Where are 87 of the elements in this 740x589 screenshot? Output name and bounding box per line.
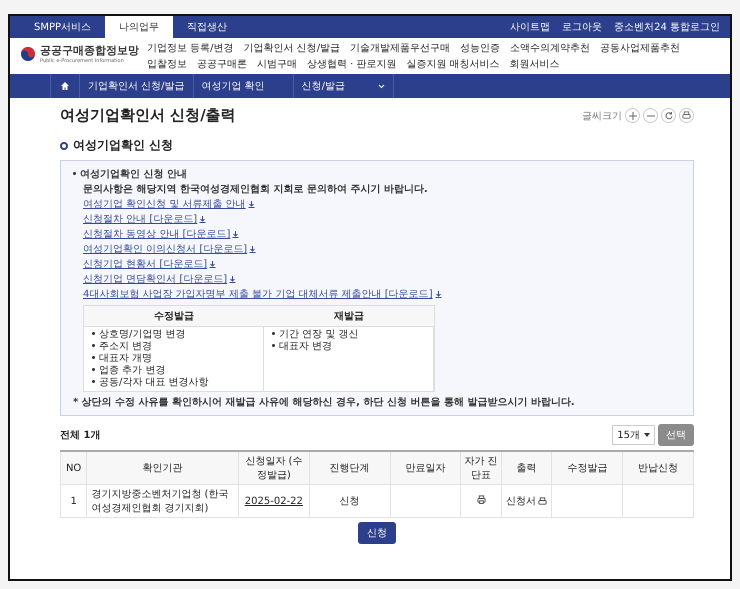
column-header: NO (60, 451, 87, 484)
nav-item[interactable]: 실증지원 매칭서비스 (406, 57, 500, 71)
top-link[interactable]: 사이트맵 (510, 20, 550, 34)
font-size-label: 글씨크기 (582, 110, 622, 122)
guide-notice: 문의사항은 해당지역 한국여성경제인협회 지회로 문의하여 주시기 바랍니다. (82, 183, 429, 196)
reason-item: 대표자 개명 (92, 353, 255, 365)
top-tab[interactable]: 나의업무 (105, 16, 174, 38)
top-tab[interactable]: SMPP서비스 (20, 16, 106, 38)
bullet-icon (272, 344, 275, 347)
nav-item[interactable]: 회원서비스 (510, 57, 560, 71)
page-title: 여성기업확인서 신청/출력 (60, 106, 236, 125)
reason-item: 상호명/기업명 변경 (92, 329, 255, 341)
printer-icon (538, 496, 548, 506)
breadcrumb-item[interactable]: 여성기업 확인 (194, 74, 294, 98)
download-link[interactable]: 신청기업 현황서 [다운로드] (73, 257, 681, 271)
nav-item[interactable]: 상생협력 · 판로지원 (307, 57, 397, 71)
download-icon (232, 230, 240, 238)
plus-icon (628, 112, 636, 120)
reason-item: 공동/각자 대표 변경사항 (92, 377, 255, 389)
bullet-icon (73, 172, 76, 175)
table-cell: 신청 (340, 496, 360, 507)
download-icon (249, 246, 256, 252)
home-icon[interactable] (60, 81, 70, 91)
top-link[interactable]: 중소벤처24 통합로그인 (614, 20, 720, 34)
download-icon (229, 276, 236, 282)
reason-item: 대표자 변경 (272, 341, 425, 353)
printer-icon[interactable] (476, 495, 486, 504)
download-link[interactable]: 여성기업확인 이의신청서 [다운로드] (73, 242, 681, 256)
reason-item: 주소지 변경 (92, 341, 255, 353)
column-header: 자가 진단표 (460, 451, 502, 484)
download-icon (434, 290, 442, 298)
table-header: 수정발급 (84, 306, 264, 327)
download-icon (199, 216, 206, 222)
zoom-in-button[interactable] (625, 108, 640, 123)
download-link[interactable]: 신청기업 면담확인서 [다운로드] (73, 272, 681, 286)
zoom-out-button[interactable] (643, 108, 658, 123)
download-link[interactable]: 여성기업 확인신청 및 서류제출 안내 (73, 197, 681, 211)
reset-button[interactable] (661, 108, 676, 123)
column-header: 확인기관 (86, 451, 238, 484)
column-header: 수정발급 (552, 451, 623, 484)
total-count: 전체 1개 (60, 429, 100, 442)
bullet-icon (92, 332, 95, 335)
nav-item[interactable]: 성능인증 (460, 41, 500, 55)
bullet-icon (272, 332, 275, 335)
reason-item: 기간 연장 및 갱신 (272, 329, 425, 341)
print-button[interactable] (679, 108, 694, 123)
caret-icon (378, 84, 385, 88)
top-link[interactable]: 로그아웃 (562, 20, 602, 34)
column-header: 신청일자 (수정발급) (238, 451, 310, 484)
guide-heading: 여성기업확인 신청 안내 (73, 167, 681, 181)
nav-item[interactable]: 기술개발제품우선구매 (350, 41, 450, 55)
nav-item[interactable]: 소액수의계약추천 (510, 41, 590, 55)
printer-icon (682, 111, 691, 120)
refresh-icon (664, 112, 672, 120)
table-cell: 경기지방중소벤처기업청 (한국여성경제인협회 경기지회) (91, 489, 228, 514)
column-header: 만료일자 (390, 451, 461, 484)
section-title: 여성기업확인 신청 (60, 137, 694, 154)
nav-item[interactable]: 기업확인서 신청/발급 (244, 41, 340, 55)
column-header: 출력 (501, 451, 552, 484)
guide-note: * 상단의 수정 사유를 확인하시어 재발급 사유에 해당하신 경우, 하단 신청 버튼을 통해 발급받으시기 바랍니다. (73, 396, 576, 409)
apply-button[interactable]: 신청 (358, 522, 396, 544)
nav-item[interactable]: 공동사업제품추천 (600, 41, 680, 55)
top-tab[interactable]: 직접생산 (173, 16, 242, 38)
caret-icon (644, 433, 650, 437)
table-header: 재발급 (264, 306, 434, 327)
bullet-icon (92, 356, 95, 359)
nav-item[interactable]: 시범구매 (257, 57, 297, 71)
logo-icon (20, 46, 36, 62)
nav-item[interactable]: 입찰정보 (147, 57, 187, 71)
bullet-icon (92, 368, 95, 371)
column-header: 반납신청 (622, 451, 694, 484)
bullet-icon (92, 380, 95, 383)
page-size-select[interactable]: 15개 (612, 425, 655, 445)
download-link[interactable]: 4대사회보험 사업장 가입자명부 제출 불가 기업 대체서류 제출안내 [다운로드] (73, 287, 681, 301)
nav-item[interactable]: 공공구매론 (197, 57, 247, 71)
nav-item[interactable]: 기업정보 등록/변경 (147, 41, 234, 55)
download-link[interactable]: 신청절차 동영상 안내 [다운로드] (73, 227, 681, 241)
download-icon (248, 200, 255, 208)
download-link[interactable]: 신청절차 안내 [다운로드] (73, 212, 681, 226)
column-header: 진행단계 (309, 451, 390, 484)
bullet-icon (92, 344, 95, 347)
breadcrumb-item[interactable]: 기업확인서 신청/발급 (80, 74, 194, 98)
logo-title: 공공구매종합정보망 (40, 43, 139, 58)
reason-item: 업종 추가 변경 (92, 365, 255, 377)
table-cell: 1 (70, 496, 77, 506)
download-icon (209, 260, 216, 268)
breadcrumb-item[interactable]: 신청/발급 (294, 74, 394, 98)
